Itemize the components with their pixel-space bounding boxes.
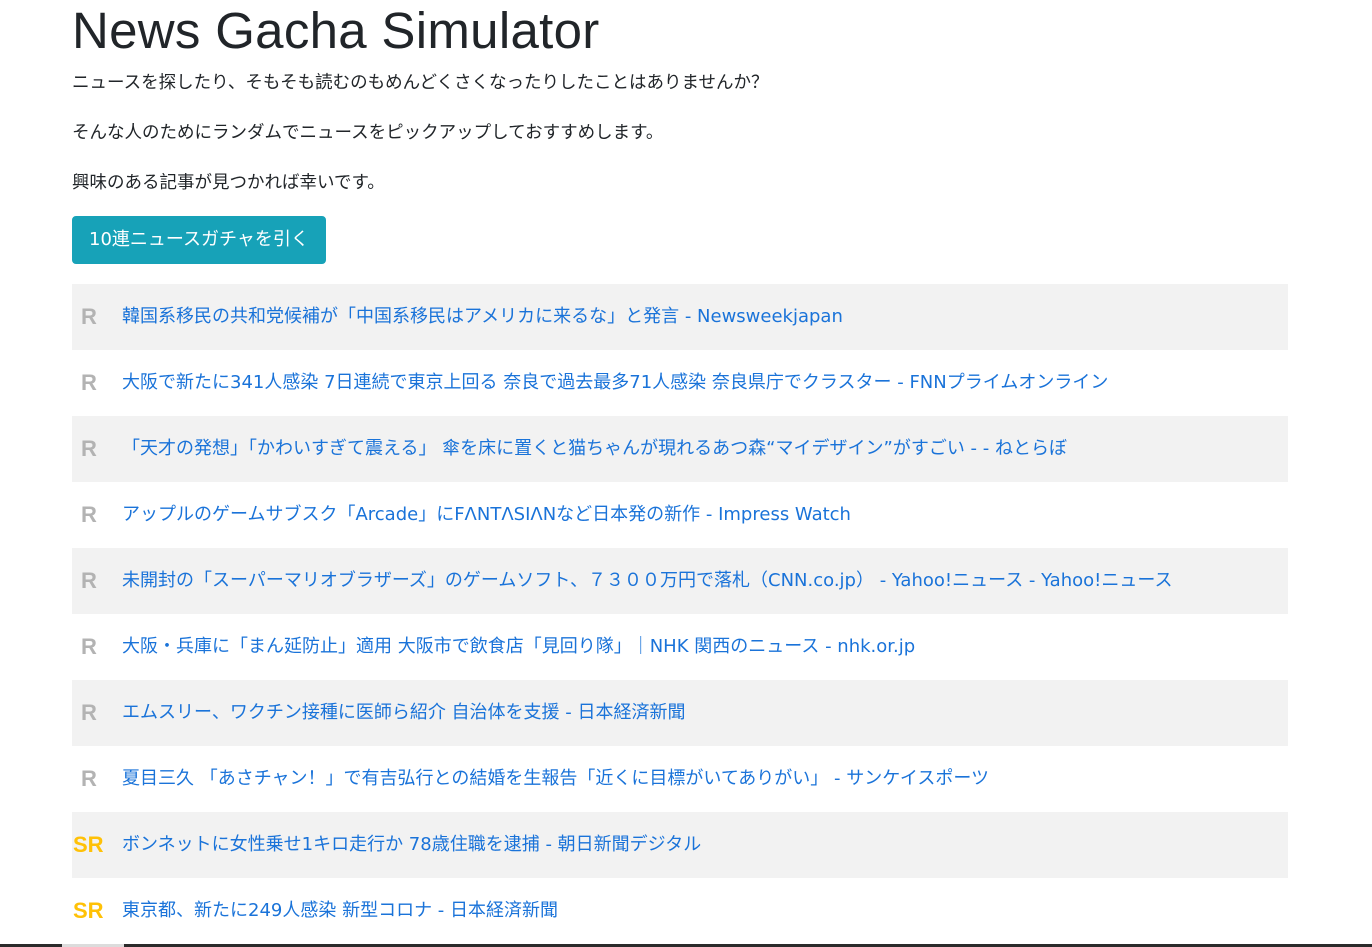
news-link[interactable]: 大阪・兵庫に「まん延防止」適用 大阪市で飲食店「見回り隊」｜NHK 関西のニュー… bbox=[122, 634, 915, 660]
rarity-badge: R bbox=[81, 436, 97, 461]
intro-text-2: そんな人のためにランダムでニュースをピックアップしておすすめします。 bbox=[72, 123, 664, 143]
rarity-badge: SR bbox=[73, 898, 104, 923]
news-link[interactable]: 未開封の「スーパーマリオブラザーズ」のゲームソフト、７３００万円で落札（CNN.… bbox=[122, 568, 1172, 594]
news-item: R 大阪・兵庫に「まん延防止」適用 大阪市で飲食店「見回り隊」｜NHK 関西のニ… bbox=[72, 614, 1288, 680]
news-item: SR 東京都、新たに249人感染 新型コロナ - 日本経済新聞 bbox=[72, 878, 1288, 944]
news-item: R 未開封の「スーパーマリオブラザーズ」のゲームソフト、７３００万円で落札（CN… bbox=[72, 548, 1288, 614]
news-link[interactable]: アップルのゲームサブスク「Arcade」にFΛNTΛSIΛNなど日本発の新作 -… bbox=[122, 502, 851, 528]
news-link[interactable]: エムスリー、ワクチン接種に医師ら紹介 自治体を支援 - 日本経済新聞 bbox=[122, 700, 685, 726]
news-link[interactable]: 「天才の発想」「かわいすぎて震える」 傘を床に置くと猫ちゃんが現れるあつ森“マイ… bbox=[122, 436, 1067, 462]
news-item: R 大阪で新たに341人感染 7日連続で東京上回る 奈良で過去最多71人感染 奈… bbox=[72, 350, 1288, 416]
news-item: R エムスリー、ワクチン接種に医師ら紹介 自治体を支援 - 日本経済新聞 bbox=[72, 680, 1288, 746]
news-link[interactable]: 大阪で新たに341人感染 7日連続で東京上回る 奈良で過去最多71人感染 奈良県… bbox=[122, 370, 1108, 396]
rarity-badge: R bbox=[81, 634, 97, 659]
rarity-badge: R bbox=[81, 700, 97, 725]
news-link[interactable]: 夏目三久 「あさチャン！」で有吉弘行との結婚を生報告「近くに目標がいてありがい」… bbox=[122, 766, 989, 792]
rarity-badge: R bbox=[81, 304, 97, 329]
rarity-badge: SR bbox=[73, 832, 104, 857]
news-link[interactable]: ボンネットに女性乗せ1キロ走行か 78歳住職を逮捕 - 朝日新聞デジタル bbox=[122, 832, 701, 858]
rarity-badge: R bbox=[81, 370, 97, 395]
news-item: SR ボンネットに女性乗せ1キロ走行か 78歳住職を逮捕 - 朝日新聞デジタル bbox=[72, 812, 1288, 878]
news-list: R 韓国系移民の共和党候補が「中国系移民はアメリカに来るな」と発言 - News… bbox=[72, 284, 1288, 944]
news-item: R 夏目三久 「あさチャン！」で有吉弘行との結婚を生報告「近くに目標がいてありが… bbox=[72, 746, 1288, 812]
rarity-badge: R bbox=[81, 766, 97, 791]
news-link[interactable]: 韓国系移民の共和党候補が「中国系移民はアメリカに来るな」と発言 - Newswe… bbox=[122, 304, 843, 330]
news-item: R 韓国系移民の共和党候補が「中国系移民はアメリカに来るな」と発言 - News… bbox=[72, 284, 1288, 350]
main-container: News Gacha Simulator ニュースを探したり、そもそも読むのもめ… bbox=[72, 0, 1288, 944]
news-item: R 「天才の発想」「かわいすぎて震える」 傘を床に置くと猫ちゃんが現れるあつ森“… bbox=[72, 416, 1288, 482]
draw-gacha-button[interactable]: 10連ニュースガチャを引く bbox=[72, 216, 326, 264]
intro-text-3: 興味のある記事が見つかれば幸いです。 bbox=[72, 173, 385, 193]
news-link[interactable]: 東京都、新たに249人感染 新型コロナ - 日本経済新聞 bbox=[122, 898, 558, 924]
intro-text-1: ニュースを探したり、そもそも読むのもめんどくさくなったりしたことはありませんか？ bbox=[72, 73, 769, 93]
rarity-badge: R bbox=[81, 568, 97, 593]
page-title: News Gacha Simulator bbox=[72, 2, 600, 59]
rarity-badge: R bbox=[81, 502, 97, 527]
news-item: R アップルのゲームサブスク「Arcade」にFΛNTΛSIΛNなど日本発の新作… bbox=[72, 482, 1288, 548]
